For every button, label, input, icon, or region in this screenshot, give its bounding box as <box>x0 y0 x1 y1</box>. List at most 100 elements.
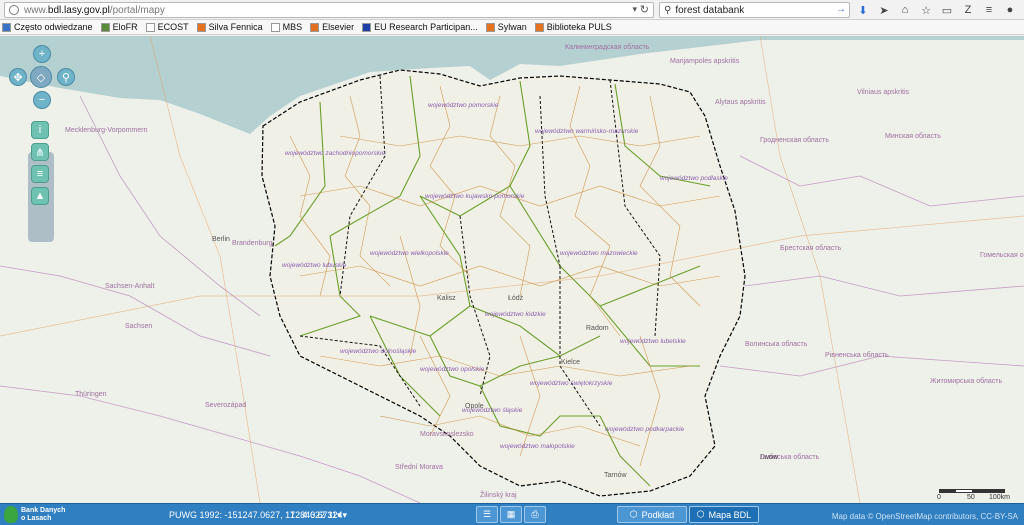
browser-toolbar-icons: ⬇ ➤ ⌂ ☆ ▭ Z ≡ ● <box>855 2 1018 18</box>
zotero-icon[interactable]: Z <box>960 2 976 18</box>
map-label: Berlin <box>212 236 230 243</box>
map-scalebar: 0 50 100km <box>937 487 1010 501</box>
database-icon[interactable]: ≡ <box>31 165 49 183</box>
bookmark-item[interactable]: Często odwiedzane <box>2 22 93 32</box>
map-label: województwo mazowieckie <box>560 250 638 257</box>
map-label: województwo świętokrzyskie <box>530 380 613 387</box>
rss-icon <box>196 22 206 32</box>
map-label: województwo pomorskie <box>428 102 499 109</box>
url-path: /portal/mapy <box>109 4 165 16</box>
bookmark-label: Sylwan <box>497 22 527 32</box>
bookmark-label: Silva Fennica <box>208 22 263 32</box>
menu-icon[interactable]: ≡ <box>981 2 997 18</box>
info-icon[interactable]: i <box>31 121 49 139</box>
map-label: województwo małopolskie <box>500 443 575 450</box>
scalebar-label-50: 50 <box>967 494 975 501</box>
map-label: Kalisz <box>437 295 456 302</box>
map-label: Kielce <box>561 359 581 366</box>
zoom-tool-icon[interactable]: ⚲ <box>57 68 75 86</box>
logo-line2: o Lasach <box>21 514 52 522</box>
bookmark-item[interactable]: Elsevier <box>310 22 354 32</box>
map-label: Lwów <box>760 454 778 461</box>
mapa-bdl-button[interactable]: ⬡ Mapa BDL <box>689 506 759 523</box>
map-label: województwo kujawsko-pomorskie <box>425 193 525 200</box>
address-bar[interactable]: www. bdl.lasy.gov.pl/portal/mapy ▾ ↻ <box>4 2 654 18</box>
url-dropdown-icon[interactable]: ▾ <box>632 4 637 15</box>
map-label: Vilniaus apskritis <box>857 89 910 96</box>
pan-tool-icon[interactable]: ✥ <box>9 68 27 86</box>
bookmarks-bar: Często odwiedzane EloFR ECOST Silva Fennica… <box>0 20 1024 35</box>
podklad-button[interactable]: ⬡ Podkład <box>617 506 687 523</box>
logo-line1: Bank Danych <box>21 506 66 514</box>
tree-icon <box>4 506 18 523</box>
scalebar-bar <box>939 489 1005 493</box>
rss-icon <box>534 22 544 32</box>
clipboard-icon[interactable]: ▭ <box>939 2 955 18</box>
map-label: województwo wielkopolskie <box>370 250 449 257</box>
map-label: Radom <box>586 325 609 332</box>
bdl-logo[interactable]: Bank Danych o Lasach <box>4 506 65 523</box>
url-prefix: www. <box>24 4 48 16</box>
layers-icon: ▦ <box>506 509 516 519</box>
legend-button[interactable]: ☰ <box>476 506 498 523</box>
map-label: Opole <box>465 403 484 410</box>
full-extent-icon[interactable]: ◇ <box>30 66 52 88</box>
forest-layer-icon[interactable]: ▲ <box>31 187 49 205</box>
bookmark-item[interactable]: MBS <box>270 22 302 32</box>
map-label: Brandenburg <box>232 240 273 247</box>
map-label: Брестская область <box>780 245 842 252</box>
print-button[interactable]: ⎙ <box>524 506 546 523</box>
map-label: województwo zachodniopomorskie <box>285 150 386 157</box>
map-attribution: Map data © OpenStreetMap contributors, C… <box>831 512 1018 521</box>
base-map <box>0 36 1024 503</box>
rss-icon <box>485 22 495 32</box>
home-icon[interactable]: ⌂ <box>897 2 913 18</box>
map-label: województwo podkarpackie <box>605 426 685 433</box>
bookmark-label: EloFR <box>112 22 138 32</box>
layers-button[interactable]: ▦ <box>500 506 522 523</box>
mapa-bdl-label: Mapa BDL <box>708 509 752 520</box>
download-icon[interactable]: ⬇ <box>855 2 871 18</box>
map-view[interactable]: Калининградская область Marijampolės apsk… <box>0 36 1024 503</box>
map-label: Łódź <box>508 295 524 302</box>
map-label: Střední Morava <box>395 464 443 471</box>
map-label: województwo opolskie <box>420 366 485 373</box>
basemap-icon: ⬡ <box>629 509 638 519</box>
map-label: Гомельская область <box>980 252 1024 259</box>
elsevier-icon <box>310 22 320 32</box>
browser-search-field[interactable]: ⚲ forest databank → <box>659 2 850 18</box>
bookmark-item[interactable]: Silva Fennica <box>196 22 263 32</box>
scale-readout[interactable]: 1 : 4 622 324▾ <box>290 510 347 521</box>
reload-icon[interactable]: ↻ <box>640 3 649 16</box>
map-label: Mecklenburg-Vorpommern <box>65 127 148 134</box>
zoom-in-button[interactable]: + <box>33 45 51 63</box>
blank-icon <box>145 22 155 32</box>
bookmark-item[interactable]: Sylwan <box>485 22 527 32</box>
scale-value: 1 : 4 622 324 <box>290 510 343 520</box>
bookmark-item[interactable]: EloFR <box>100 22 138 32</box>
bookmark-item[interactable]: EU Research Participan... <box>362 22 478 32</box>
map-label: Житомирська область <box>930 378 1003 385</box>
map-label: Thüringen <box>75 391 107 398</box>
map-label: Tarnów <box>604 472 627 479</box>
search-go-icon[interactable]: → <box>836 4 846 15</box>
gear-icon <box>2 22 11 32</box>
map-label: Marijampolės apskritis <box>670 58 740 65</box>
map-label: województwo dolnośląskie <box>340 348 417 355</box>
bookmark-label: Elsevier <box>322 22 355 32</box>
bookmark-label: EU Research Participan... <box>374 22 478 32</box>
bookmark-item[interactable]: ECOST <box>145 22 189 32</box>
bookmark-label: Biblioteka PULS <box>546 22 612 32</box>
podklad-label: Podkład <box>641 509 675 520</box>
scale-dropdown-icon[interactable]: ▾ <box>343 510 348 520</box>
star-icon[interactable]: ☆ <box>918 2 934 18</box>
bookmark-item[interactable]: Biblioteka PULS <box>534 22 612 32</box>
map-label: Калининградская область <box>565 44 650 51</box>
send-icon[interactable]: ➤ <box>876 2 892 18</box>
zoom-out-button[interactable]: − <box>33 91 51 109</box>
layers-tree-icon[interactable]: ⋔ <box>31 143 49 161</box>
status-bar: Bank Danych o Lasach PUWG 1992: -151247.0… <box>0 503 1024 525</box>
map-icon: ⬡ <box>696 509 705 519</box>
chat-icon[interactable]: ● <box>1002 2 1018 18</box>
map-label: Severozápad <box>205 402 247 409</box>
